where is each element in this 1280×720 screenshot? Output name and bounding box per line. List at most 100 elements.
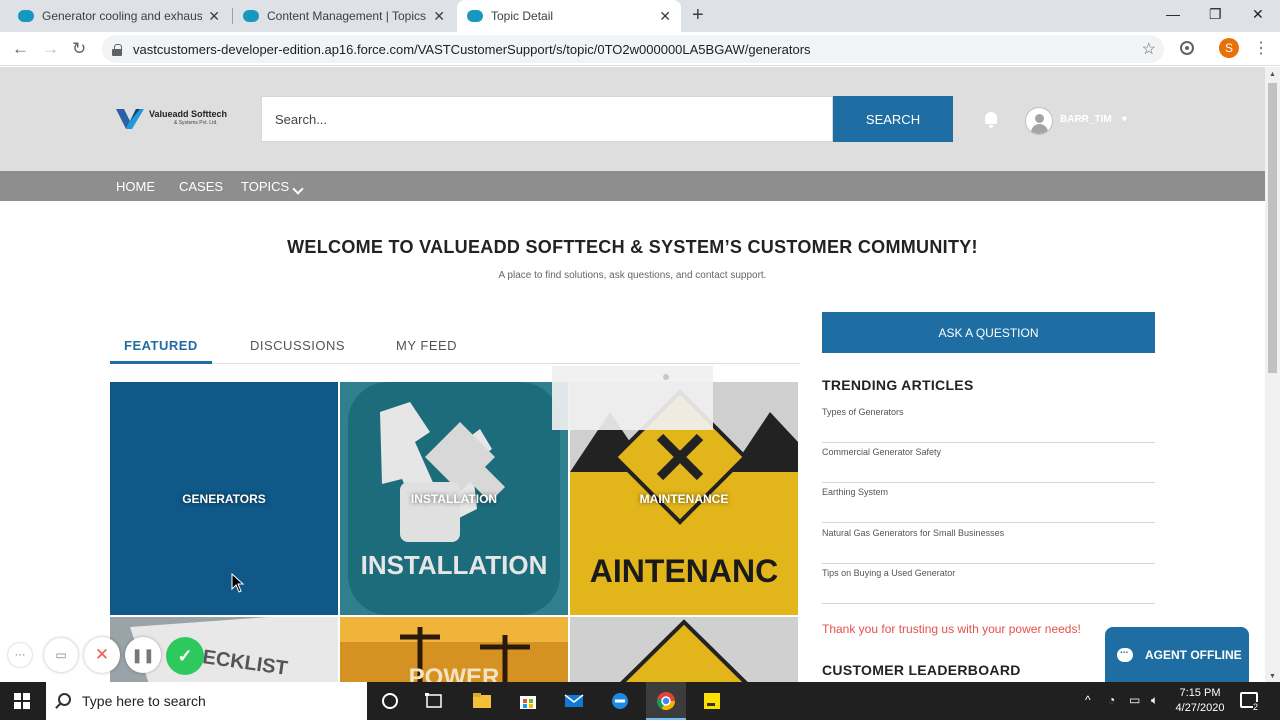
trending-article-link[interactable]: Types of Generators [822, 403, 1155, 443]
cortana-icon[interactable] [380, 691, 400, 711]
minimize-window-icon[interactable]: — [1166, 6, 1180, 22]
site-header: Valueadd Softtech & Systems Pvt. Ltd. Se… [0, 67, 1265, 171]
thank-you-message: Thank you for trusting us with your powe… [822, 622, 1081, 636]
main-nav: HOME CASES TOPICS [0, 171, 1265, 201]
microsoft-store-icon[interactable] [518, 691, 538, 711]
tab-title: Topic Detail [491, 9, 554, 23]
recorder-pause-icon[interactable]: ❚❚ [125, 637, 161, 673]
agent-status-label: AGENT OFFLINE [1145, 648, 1242, 662]
trending-article-link[interactable]: Natural Gas Generators for Small Busines… [822, 524, 1155, 564]
user-menu-caret-icon[interactable]: ▼ [1120, 114, 1129, 124]
user-avatar[interactable] [1025, 107, 1053, 135]
trending-article-link[interactable]: Commercial Generator Safety [822, 443, 1155, 483]
taskbar-search-input[interactable]: Type here to search [46, 682, 367, 720]
address-bar[interactable]: vastcustomers-developer-edition.ap16.for… [102, 35, 1164, 63]
trending-articles-heading: TRENDING ARTICLES [822, 377, 974, 393]
tile-image-text: POWER [409, 664, 500, 682]
show-hidden-icons-icon[interactable]: ^ [1085, 693, 1091, 707]
page-tagline: A place to find solutions, ask questions… [498, 270, 767, 281]
recorder-cancel-icon[interactable]: ✕ [84, 637, 120, 673]
system-clock[interactable]: 7:15 PM 4/27/2020 [1168, 686, 1232, 716]
nav-cases[interactable]: CASES [179, 179, 223, 194]
scrollbar-thumb[interactable] [1268, 83, 1277, 373]
notification-count-badge: 2 [1253, 702, 1259, 712]
logo-subtitle: & Systems Pvt. Ltd. [174, 120, 218, 126]
page-scrollbar[interactable]: ▲ ▼ [1265, 67, 1280, 682]
recorder-more-icon[interactable]: ··· [8, 643, 32, 667]
nav-topics[interactable]: TOPICS [241, 179, 289, 194]
windows-start-icon[interactable] [14, 693, 30, 709]
trending-article-link[interactable]: Tips on Buying a Used Generator [822, 564, 1155, 604]
clock-date: 4/27/2020 [1175, 702, 1225, 714]
chrome-icon[interactable] [656, 691, 676, 711]
mail-icon[interactable] [564, 691, 584, 711]
lock-icon [112, 43, 122, 56]
chat-bubble-icon [1117, 645, 1133, 662]
page-title: WELCOME TO VALUEADD SOFTTECH & SYSTEM’S … [287, 237, 978, 257]
windows-taskbar: Type here to search ^ ◔ ▭ 🔈︎ 7:15 PM 4/2… [0, 682, 1280, 720]
tab-my-feed[interactable]: MY FEED [396, 338, 457, 353]
reload-icon[interactable]: ↻ [72, 39, 86, 59]
bookmark-star-icon[interactable]: ☆ [1142, 39, 1156, 59]
page-viewport: Valueadd Softtech & Systems Pvt. Ltd. Se… [0, 67, 1265, 682]
close-window-icon[interactable]: ✕ [1252, 6, 1264, 23]
browser-menu-icon[interactable]: ⋮ [1253, 38, 1269, 58]
topic-tile-safety[interactable] [570, 617, 798, 682]
chevron-down-icon[interactable] [292, 183, 304, 195]
ask-question-button[interactable]: ASK A QUESTION [822, 312, 1155, 353]
profile-avatar[interactable]: S [1219, 38, 1239, 58]
scroll-up-arrow-icon[interactable]: ▲ [1269, 71, 1276, 78]
recorder-webcam-icon[interactable]: ▭ [44, 638, 78, 672]
topic-tile-generators[interactable]: GENERATORS [110, 382, 338, 615]
tab-featured[interactable]: FEATURED [124, 338, 198, 353]
close-tab-icon[interactable]: ✕ [659, 8, 671, 25]
tile-image-text: INSTALLATION [361, 550, 548, 580]
trending-article-link[interactable]: Earthing System [822, 483, 1155, 523]
tile-label: GENERATORS [182, 492, 266, 506]
tabs-divider [110, 363, 800, 364]
topic-tile-power[interactable]: POWER [340, 617, 568, 682]
forward-arrow-icon[interactable]: → [42, 39, 59, 59]
browser-tab-content-management[interactable]: Content Management | Topics | A ✕ [233, 0, 455, 32]
mouse-cursor-icon [231, 573, 245, 593]
back-arrow-icon[interactable]: ← [12, 39, 29, 59]
close-tab-icon[interactable]: ✕ [208, 8, 220, 25]
bell-icon[interactable] [982, 112, 1000, 128]
file-explorer-icon[interactable] [472, 691, 492, 711]
tab-title: Content Management | Topics | A [267, 9, 428, 23]
username[interactable]: BARR_TIM [1060, 114, 1112, 125]
edge-browser-icon[interactable] [610, 691, 630, 711]
task-view-icon[interactable] [424, 691, 444, 711]
browser-tab-generator-cooling[interactable]: Generator cooling and exhaust sy ✕ [8, 0, 230, 32]
tab-discussions[interactable]: DISCUSSIONS [250, 338, 345, 353]
search-button[interactable]: SEARCH [833, 96, 953, 142]
user-avatar-body [1031, 124, 1048, 134]
extension-icon[interactable] [1179, 40, 1195, 56]
browser-toolbar: ← → ↻ vastcustomers-developer-edition.ap… [0, 32, 1280, 66]
browser-tab-topic-detail[interactable]: Topic Detail ✕ [457, 0, 681, 32]
tile-image-text: AINTENANC [590, 553, 778, 589]
agent-chat-button[interactable]: AGENT OFFLINE [1105, 627, 1249, 682]
new-tab-button[interactable]: + [692, 4, 704, 27]
power-image: POWER [340, 617, 568, 682]
topic-tile-installation[interactable]: INSTALLATION INSTALLATION [340, 382, 568, 615]
clock-time: 7:15 PM [1179, 687, 1221, 699]
url-text: vastcustomers-developer-edition.ap16.for… [133, 41, 811, 57]
close-tab-icon[interactable]: ✕ [433, 8, 445, 25]
network-icon[interactable]: ◔ [1108, 693, 1115, 707]
sticky-notes-icon[interactable] [702, 691, 722, 711]
recorder-finish-icon[interactable]: ✓ [166, 637, 204, 675]
company-logo[interactable]: Valueadd Softtech & Systems Pvt. Ltd. [116, 105, 232, 131]
search-input[interactable]: Search... [261, 96, 833, 142]
tile-label: MAINTENANCE [639, 492, 729, 506]
volume-icon[interactable]: 🔈︎ [1151, 693, 1158, 708]
restore-window-icon[interactable]: ❐ [1209, 6, 1222, 23]
salesforce-cloud-icon [467, 10, 483, 22]
salesforce-cloud-icon [18, 10, 34, 22]
battery-icon[interactable]: ▭ [1129, 693, 1140, 707]
logo-name: Valueadd Softtech [149, 109, 228, 119]
customer-leaderboard-heading: CUSTOMER LEADERBOARD [822, 662, 1021, 678]
nav-home[interactable]: HOME [116, 179, 155, 194]
scroll-down-arrow-icon[interactable]: ▼ [1269, 673, 1276, 680]
tile-label: INSTALLATION [410, 492, 498, 506]
